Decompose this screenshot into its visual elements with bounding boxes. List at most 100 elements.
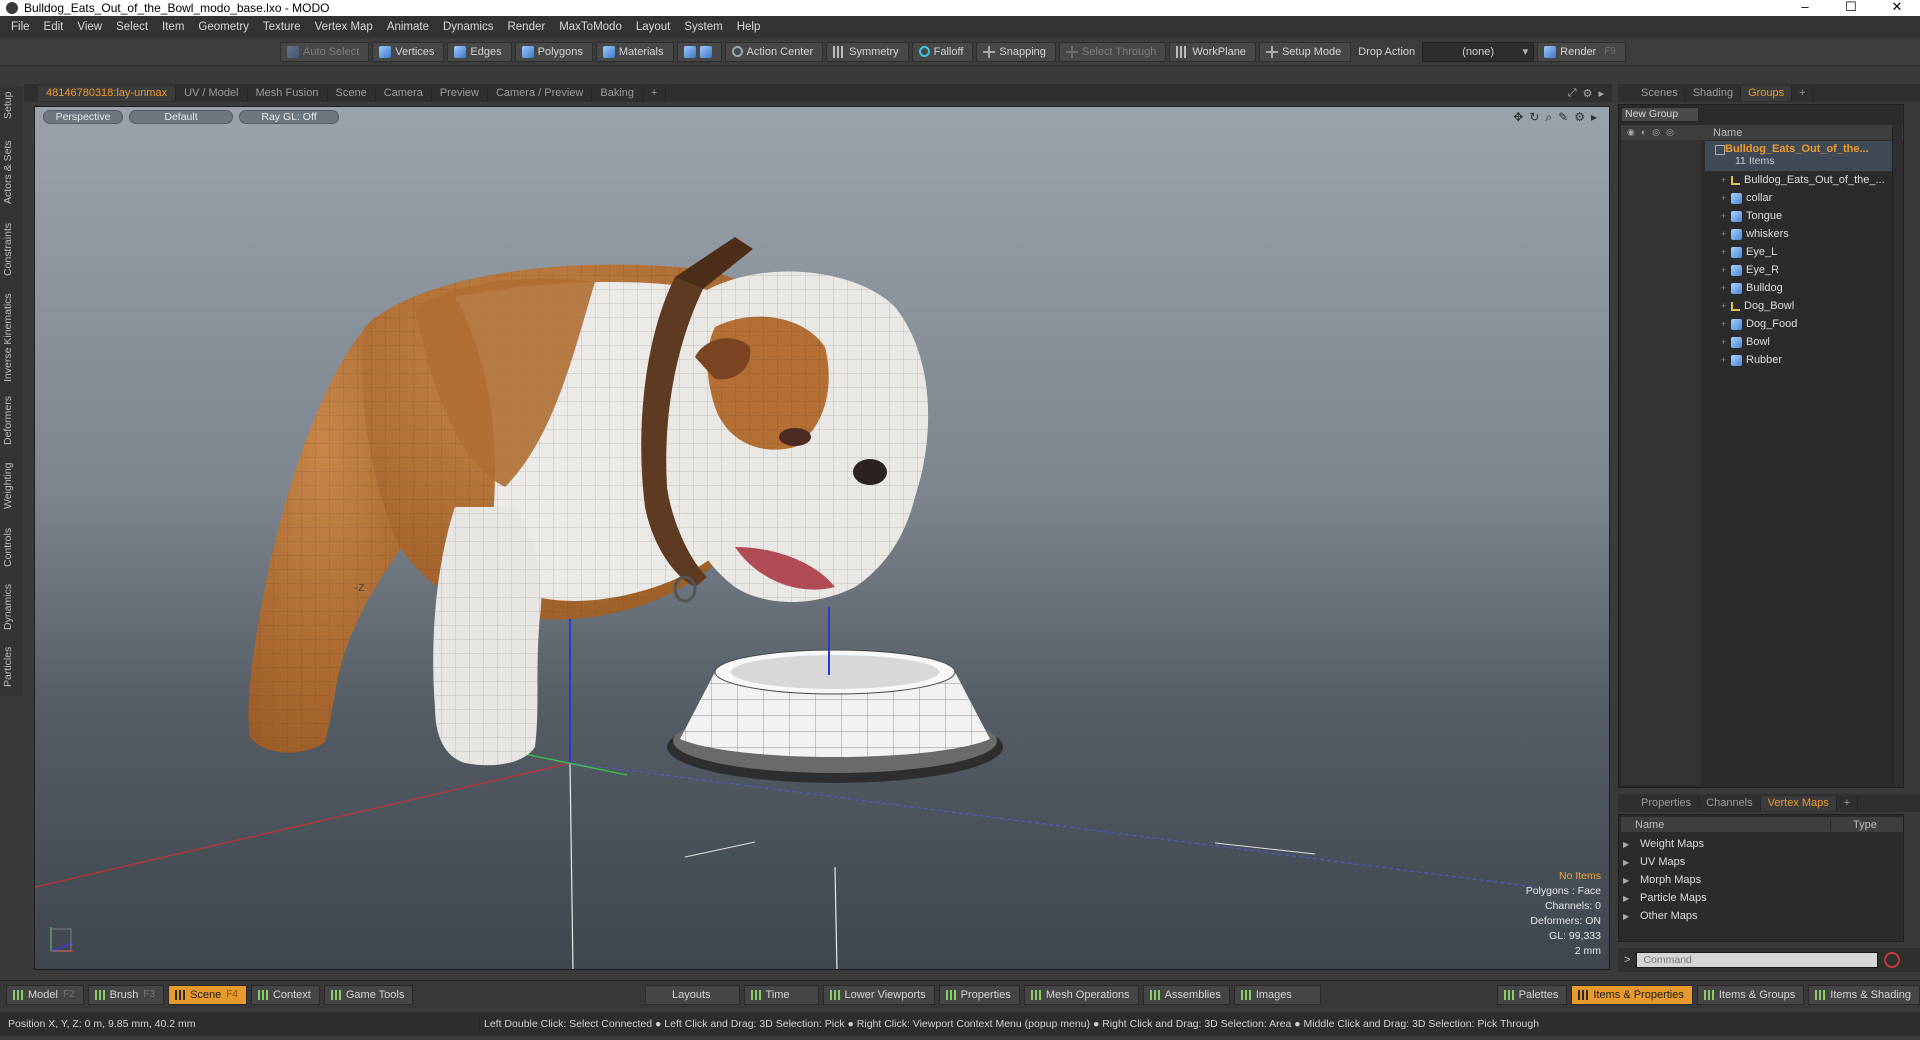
close-button[interactable]: ✕: [1874, 0, 1920, 16]
lock-col-icon[interactable]: ◎: [1652, 127, 1660, 138]
list-item[interactable]: ▶ Particle Maps: [1623, 889, 1707, 907]
expand-arrow-icon[interactable]: ▶: [1623, 912, 1631, 921]
falloff-button[interactable]: Falloff: [911, 41, 974, 62]
left-tab-setup[interactable]: Setup: [2, 88, 20, 122]
menu-system[interactable]: System: [677, 21, 729, 33]
list-item[interactable]: ▶ Morph Maps: [1623, 871, 1707, 889]
render-button[interactable]: Render F9: [1537, 41, 1626, 62]
menu-texture[interactable]: Texture: [256, 21, 308, 33]
expand-arrow-icon[interactable]: ▶: [1623, 840, 1631, 849]
visibility-col-icon[interactable]: ◉: [1627, 127, 1635, 138]
tab-camera-preview[interactable]: Camera / Preview: [488, 85, 593, 101]
expand-arrow-icon[interactable]: ▶: [1623, 894, 1631, 903]
tab-properties[interactable]: Properties: [1634, 795, 1700, 811]
tab-groups[interactable]: Groups: [1741, 85, 1793, 101]
expand-arrow-icon[interactable]: ▶: [1623, 858, 1631, 867]
layout-context-button[interactable]: Context: [250, 984, 320, 1005]
menu-file[interactable]: File: [4, 21, 37, 33]
layout-brush-button[interactable]: Brush F3: [87, 984, 165, 1005]
layout-model-button[interactable]: Model F2: [6, 984, 84, 1005]
list-item[interactable]: + Bulldog: [1705, 279, 1901, 297]
tab-menu-icon[interactable]: ▸: [1598, 87, 1604, 100]
menu-maxtomodo[interactable]: MaxToModo: [552, 21, 629, 33]
list-item[interactable]: + whiskers: [1705, 225, 1901, 243]
tab-mesh-fusion[interactable]: Mesh Fusion: [248, 85, 328, 101]
minimize-button[interactable]: –: [1782, 0, 1828, 16]
menu-edit[interactable]: Edit: [37, 21, 71, 33]
left-tab-inverse-kinematics[interactable]: Inverse Kinematics: [2, 290, 20, 386]
menu-vertex-map[interactable]: Vertex Map: [308, 21, 380, 33]
menu-item[interactable]: Item: [155, 21, 191, 33]
materials-button[interactable]: Materials: [595, 41, 674, 62]
list-item[interactable]: ▶ Other Maps: [1623, 907, 1707, 925]
left-tab-deformers[interactable]: Deformers: [2, 392, 20, 448]
view-mode-button[interactable]: Perspective: [43, 110, 123, 124]
lower-viewports-button[interactable]: Lower Viewports: [822, 984, 935, 1005]
tab-channels[interactable]: Channels: [1699, 795, 1761, 811]
drop-action-dropdown[interactable]: (none): [1422, 41, 1535, 62]
assemblies-button[interactable]: Assemblies: [1142, 984, 1230, 1005]
groups-scrollbar[interactable]: [1892, 125, 1902, 785]
group-root-row[interactable]: Bulldog_Eats_Out_of_the... 11 Items: [1705, 141, 1901, 171]
menu-dynamics[interactable]: Dynamics: [436, 21, 500, 33]
menu-animate[interactable]: Animate: [380, 21, 436, 33]
left-tab-dynamics[interactable]: Dynamics: [2, 580, 20, 634]
expand-arrow-icon[interactable]: ▶: [1623, 876, 1631, 885]
list-item[interactable]: ▶ Weight Maps: [1623, 835, 1707, 853]
properties-button[interactable]: Properties: [938, 984, 1020, 1005]
add-bottom-tab-button[interactable]: +: [1837, 795, 1859, 811]
add-panel-tab-button[interactable]: +: [1792, 85, 1814, 101]
list-item[interactable]: + collar: [1705, 189, 1901, 207]
list-item[interactable]: + Bowl: [1705, 333, 1901, 351]
raygl-button[interactable]: Ray GL: Off: [239, 110, 339, 124]
left-tab-actors-sets[interactable]: Actors & Sets: [2, 136, 20, 208]
new-group-button[interactable]: New Group: [1621, 107, 1699, 122]
items-properties-button[interactable]: Items & Properties: [1571, 984, 1693, 1005]
tab-uv-model[interactable]: UV / Model: [176, 85, 248, 101]
menu-layout[interactable]: Layout: [629, 21, 678, 33]
viewport-settings-icon[interactable]: ⚙: [1583, 87, 1593, 100]
viewport-gear-icon[interactable]: ⚙: [1574, 110, 1585, 125]
command-input[interactable]: [1636, 952, 1879, 968]
symmetry-button[interactable]: Symmetry: [826, 41, 909, 62]
brush-icon[interactable]: ✎: [1558, 110, 1568, 125]
left-tab-controls[interactable]: Controls: [2, 522, 20, 572]
menu-view[interactable]: View: [70, 21, 109, 33]
list-item[interactable]: + Eye_L: [1705, 243, 1901, 261]
select-through-button[interactable]: Select Through: [1058, 41, 1167, 62]
list-item[interactable]: + Eye_R: [1705, 261, 1901, 279]
tab-camera[interactable]: Camera: [376, 85, 432, 101]
pan-icon[interactable]: ✥: [1513, 110, 1523, 125]
dog-bowl-model[interactable]: [667, 607, 1003, 783]
list-item[interactable]: + Tongue: [1705, 207, 1901, 225]
layout-game-tools-button[interactable]: Game Tools: [323, 984, 414, 1005]
setup-mode-button[interactable]: Setup Mode: [1258, 41, 1352, 62]
maximize-button[interactable]: ☐: [1828, 0, 1874, 16]
items-groups-button[interactable]: Items & Groups: [1696, 984, 1805, 1005]
list-item[interactable]: + Dog_Food: [1705, 315, 1901, 333]
list-item[interactable]: + Bulldog_Eats_Out_of_the_...: [1705, 171, 1901, 189]
edges-button[interactable]: Edges: [447, 41, 512, 62]
snapping-button[interactable]: Snapping: [976, 41, 1056, 62]
list-item[interactable]: ▶ UV Maps: [1623, 853, 1707, 871]
tab-shading[interactable]: Shading: [1686, 85, 1742, 101]
left-tab-weighting[interactable]: Weighting: [2, 458, 20, 514]
tab-preview[interactable]: Preview: [432, 85, 488, 101]
tab-scene[interactable]: Scene: [328, 85, 376, 101]
polygons-button[interactable]: Polygons: [514, 41, 593, 62]
left-tab-constraints[interactable]: Constraints: [2, 218, 20, 280]
add-tab-button[interactable]: +: [643, 85, 667, 101]
menu-render[interactable]: Render: [500, 21, 552, 33]
layout-scene-button[interactable]: Scene F4: [168, 984, 247, 1005]
layouts-button[interactable]: Layouts: [644, 984, 740, 1005]
command-stop-icon[interactable]: [1884, 952, 1901, 968]
menu-help[interactable]: Help: [730, 21, 768, 33]
workplane-button[interactable]: WorkPlane: [1169, 41, 1256, 62]
tab-vertex-maps[interactable]: Vertex Maps: [1760, 795, 1837, 811]
left-tab-particles[interactable]: Particles: [2, 642, 20, 692]
select-col-icon[interactable]: ◎: [1666, 127, 1674, 138]
rotate-icon[interactable]: ↻: [1529, 110, 1539, 125]
images-button[interactable]: Images: [1233, 984, 1321, 1005]
tab-scenes[interactable]: Scenes: [1634, 85, 1686, 101]
auto-select-button[interactable]: Auto Select: [280, 41, 370, 62]
